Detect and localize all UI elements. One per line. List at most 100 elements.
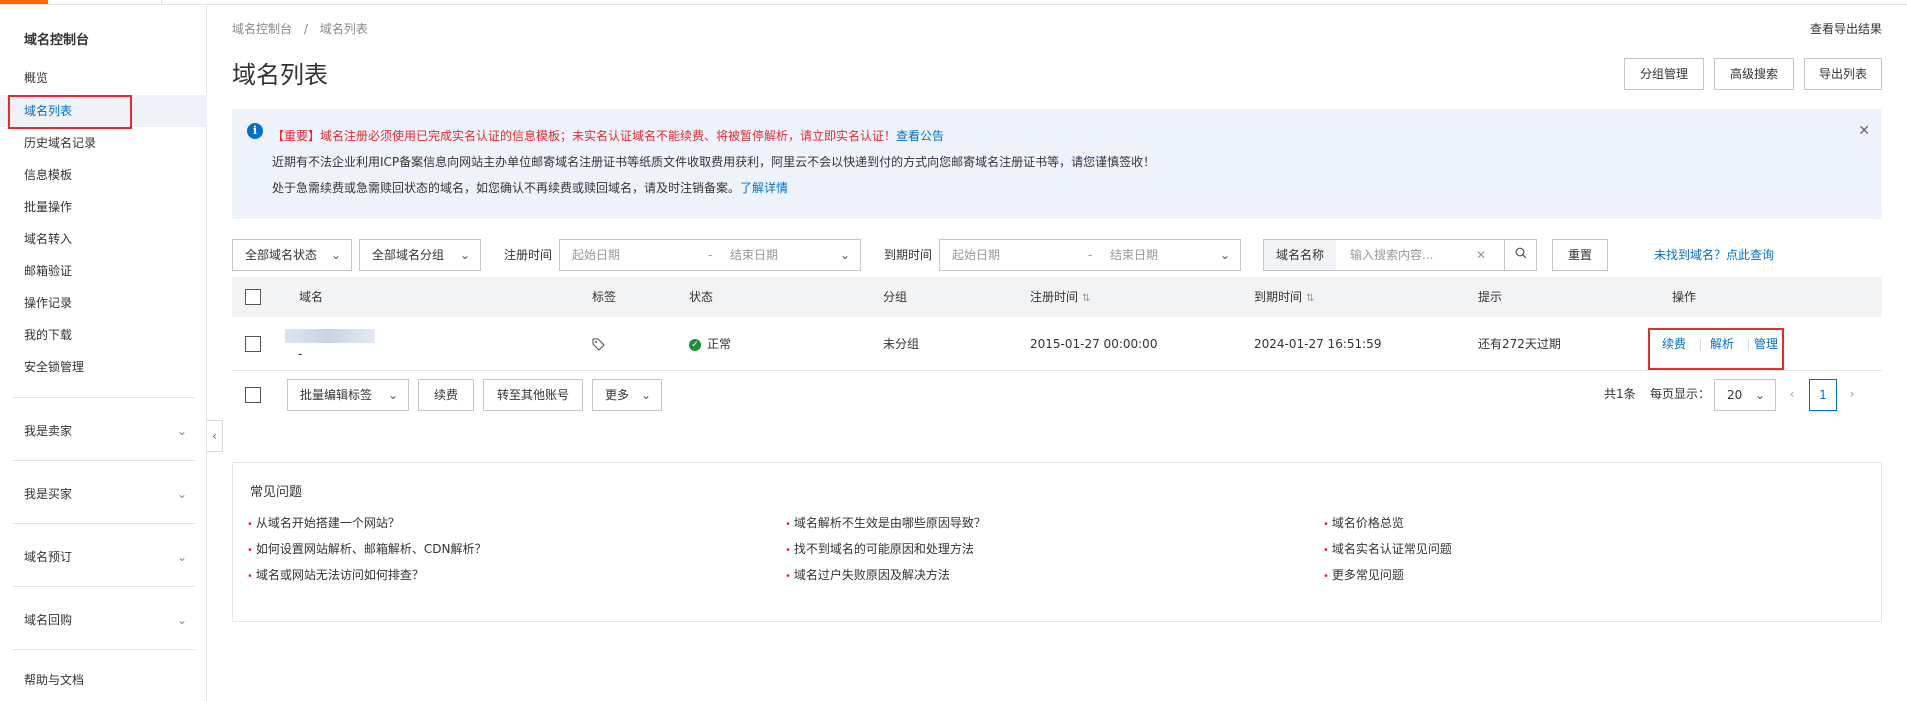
faq-link[interactable]: 域名解析不生效是由哪些原因导致？ bbox=[785, 514, 986, 531]
per-page-label: 每页显示： bbox=[1650, 387, 1711, 401]
more-actions-select[interactable]: 更多 ⌄ bbox=[592, 379, 662, 411]
action-separator bbox=[1700, 339, 1701, 351]
page-title: 域名列表 bbox=[232, 61, 328, 89]
exp-start-input[interactable]: 起始日期 bbox=[952, 240, 1000, 270]
manage-action[interactable]: 管理 bbox=[1754, 317, 1778, 371]
reg-end-input[interactable]: 结束日期 bbox=[730, 240, 778, 270]
sidebar-group-label: 域名回购 bbox=[24, 613, 73, 627]
sidebar-group-seller[interactable]: 我是卖家 ⌄ bbox=[0, 411, 207, 451]
view-announcement-link[interactable]: 查看公告 bbox=[896, 129, 944, 143]
reg-time-cell: 2015-01-27 00:00:00 bbox=[1030, 337, 1158, 351]
export-list-button[interactable]: 导出列表 bbox=[1804, 58, 1882, 90]
sidebar: 域名控制台 概览 域名列表 历史域名记录 信息模板 批量操作 域名转入 邮箱验证… bbox=[0, 5, 207, 701]
page-number-current[interactable]: 1 bbox=[1809, 379, 1837, 411]
column-header-tag: 标签 bbox=[592, 290, 617, 304]
sidebar-item-transfer-in[interactable]: 域名转入 bbox=[0, 223, 207, 255]
select-all-checkbox[interactable] bbox=[245, 289, 261, 305]
clear-icon[interactable]: ✕ bbox=[1476, 240, 1486, 270]
sidebar-item-templates[interactable]: 信息模板 bbox=[0, 159, 207, 191]
footer-select-all-checkbox[interactable] bbox=[245, 387, 261, 403]
sidebar-group-preorder[interactable]: 域名预订 ⌄ bbox=[0, 537, 207, 577]
column-header-exp-time[interactable]: 到期时间 ⇅ bbox=[1254, 277, 1314, 319]
faq-link[interactable]: 域名实名认证常见问题 bbox=[1323, 540, 1452, 557]
chevron-down-icon: ⌄ bbox=[459, 248, 470, 262]
reset-button[interactable]: 重置 bbox=[1552, 239, 1608, 271]
close-icon[interactable]: ✕ bbox=[1858, 123, 1870, 139]
row-checkbox[interactable] bbox=[245, 336, 261, 352]
search-icon[interactable] bbox=[1504, 240, 1536, 270]
sort-icon: ⇅ bbox=[1082, 293, 1091, 304]
faq-title: 常见问题 bbox=[250, 485, 303, 500]
exp-time-cell: 2024-01-27 16:51:59 bbox=[1254, 337, 1382, 351]
chevron-down-icon: ⌄ bbox=[176, 487, 187, 501]
per-page-select[interactable]: 20 ⌄ bbox=[1714, 379, 1776, 411]
total-count: 共1条 bbox=[1604, 387, 1636, 401]
check-circle-icon: ✓ bbox=[689, 338, 701, 351]
column-header-group: 分组 bbox=[883, 290, 908, 304]
group-select[interactable]: 全部域名分组 ⌄ bbox=[359, 239, 481, 271]
status-select-value: 全部域名状态 bbox=[245, 248, 318, 262]
chevron-down-icon: ⌄ bbox=[176, 424, 187, 438]
search-input[interactable]: 输入搜索内容... bbox=[1350, 240, 1433, 270]
next-page-icon[interactable]: › bbox=[1842, 379, 1862, 411]
faq-link[interactable]: 更多常见问题 bbox=[1323, 566, 1404, 583]
chevron-down-icon: ⌄ bbox=[839, 248, 850, 262]
per-page-value: 20 bbox=[1727, 388, 1743, 402]
status-select[interactable]: 全部域名状态 ⌄ bbox=[232, 239, 352, 271]
sidebar-divider bbox=[12, 460, 195, 461]
sidebar-divider bbox=[12, 586, 195, 587]
sidebar-divider bbox=[12, 397, 195, 398]
main-content: 域名控制台 / 域名列表 查看导出结果 域名列表 分组管理 高级搜索 导出列表 … bbox=[232, 5, 1882, 701]
sidebar-item-overview[interactable]: 概览 bbox=[0, 62, 207, 94]
sidebar-collapse-toggle[interactable]: ‹ bbox=[207, 420, 223, 452]
dns-action[interactable]: 解析 bbox=[1710, 317, 1734, 371]
breadcrumb-separator: / bbox=[303, 22, 308, 36]
notice-line-fraud: 近期有不法企业利用ICP备案信息向网站主办单位邮寄域名注册证书等纸质文件收取费用… bbox=[272, 155, 1156, 169]
chevron-down-icon: ⌄ bbox=[387, 388, 398, 402]
domain-suffix: - bbox=[298, 347, 303, 361]
sidebar-item-help[interactable]: 帮助与文档 bbox=[0, 664, 207, 696]
exp-date-range[interactable]: 起始日期 - 结束日期 ⌄ bbox=[939, 239, 1241, 271]
renew-action[interactable]: 续费 bbox=[1662, 317, 1686, 371]
transfer-account-button[interactable]: 转至其他账号 bbox=[483, 379, 583, 411]
sidebar-group-buyback[interactable]: 域名回购 ⌄ bbox=[0, 600, 207, 640]
sidebar-group-buyer[interactable]: 我是买家 ⌄ bbox=[0, 474, 207, 514]
sidebar-item-history[interactable]: 历史域名记录 bbox=[0, 127, 207, 159]
tag-icon[interactable] bbox=[592, 317, 605, 371]
chevron-down-icon: ⌄ bbox=[176, 550, 187, 564]
bulk-edit-tags-label: 批量编辑标签 bbox=[300, 388, 373, 402]
faq-link[interactable]: 如何设置网站解析、邮箱解析、CDN解析？ bbox=[247, 540, 487, 557]
reg-time-label: 注册时间 bbox=[504, 248, 553, 262]
column-header-tip: 提示 bbox=[1478, 290, 1503, 304]
faq-panel: 常见问题 从域名开始搭建一个网站？ 如何设置网站解析、邮箱解析、CDN解析？ 域… bbox=[232, 462, 1882, 622]
prev-page-icon[interactable]: ‹ bbox=[1782, 379, 1802, 411]
breadcrumb-item-console[interactable]: 域名控制台 bbox=[232, 22, 292, 36]
faq-link[interactable]: 域名或网站无法访问如何排查？ bbox=[247, 566, 424, 583]
chevron-down-icon: ⌄ bbox=[640, 388, 651, 402]
sidebar-item-email-verify[interactable]: 邮箱验证 bbox=[0, 255, 207, 287]
exp-end-input[interactable]: 结束日期 bbox=[1110, 240, 1158, 270]
reg-start-input[interactable]: 起始日期 bbox=[572, 240, 620, 270]
domain-not-found-link[interactable]: 未找到域名？点此查询 bbox=[1654, 239, 1774, 271]
sidebar-item-security-lock[interactable]: 安全锁管理 bbox=[0, 351, 207, 383]
search-type-select[interactable]: 域名名称 bbox=[1264, 240, 1337, 270]
export-result-link[interactable]: 查看导出结果 bbox=[1810, 20, 1882, 37]
faq-link[interactable]: 找不到域名的可能原因和处理方法 bbox=[785, 540, 974, 557]
sort-icon: ⇅ bbox=[1306, 293, 1315, 304]
advanced-search-button[interactable]: 高级搜索 bbox=[1714, 58, 1794, 90]
column-header-reg-time[interactable]: 注册时间 ⇅ bbox=[1030, 277, 1090, 319]
bulk-edit-tags-select[interactable]: 批量编辑标签 ⌄ bbox=[287, 379, 409, 411]
sidebar-item-downloads[interactable]: 我的下载 bbox=[0, 319, 207, 351]
reg-date-range[interactable]: 起始日期 - 结束日期 ⌄ bbox=[559, 239, 861, 271]
group-manage-button[interactable]: 分组管理 bbox=[1624, 58, 1704, 90]
learn-more-link[interactable]: 了解详情 bbox=[740, 181, 788, 195]
info-icon: i bbox=[247, 123, 263, 139]
sidebar-item-batch[interactable]: 批量操作 bbox=[0, 191, 207, 223]
chevron-down-icon: ⌄ bbox=[1754, 388, 1765, 402]
faq-link[interactable]: 域名过户失败原因及解决方法 bbox=[785, 566, 950, 583]
sidebar-item-operation-log[interactable]: 操作记录 bbox=[0, 287, 207, 319]
column-header-actions: 操作 bbox=[1672, 290, 1697, 304]
bulk-renew-button[interactable]: 续费 bbox=[418, 379, 474, 411]
faq-link[interactable]: 域名价格总览 bbox=[1323, 514, 1404, 531]
faq-link[interactable]: 从域名开始搭建一个网站？ bbox=[247, 514, 400, 531]
